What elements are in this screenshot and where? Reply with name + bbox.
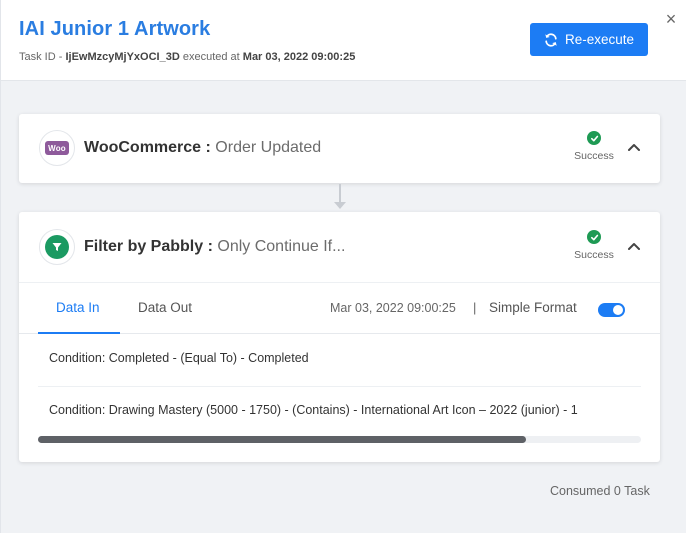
tab-data-out[interactable]: Data Out [138, 300, 192, 315]
condition-row: Condition: Drawing Mastery (5000 - 1750)… [49, 403, 578, 417]
step-card-woocommerce: Woo WooCommerce : Order Updated Success [19, 114, 660, 183]
arrow-down-icon [334, 202, 346, 209]
filter-logo [39, 229, 75, 265]
tab-data-in[interactable]: Data In [56, 300, 100, 315]
consumed-tasks: Consumed 0 Task [550, 484, 650, 498]
check-circle-icon [587, 131, 601, 145]
step-title: Filter by Pabbly : Only Continue If... [84, 238, 345, 256]
re-execute-button[interactable]: Re-execute [530, 23, 648, 56]
step-connector-line [339, 184, 341, 204]
scrollbar-thumb[interactable] [38, 436, 526, 443]
status-badge: Success [569, 131, 619, 162]
task-meta: Task ID - IjEwMzcyMjYxOCI_3D executed at… [19, 51, 355, 63]
check-circle-icon [587, 230, 601, 244]
woocommerce-logo: Woo [39, 130, 75, 166]
step-event-name: Only Continue If... [217, 238, 346, 255]
executed-at: Mar 03, 2022 09:00:25 [242, 51, 356, 63]
refresh-icon [545, 32, 557, 47]
condition-row: Condition: Completed - (Equal To) - Comp… [49, 351, 309, 365]
executed-label: executed at [179, 51, 243, 63]
chevron-up-icon[interactable] [626, 139, 642, 155]
simple-format-toggle[interactable] [598, 303, 625, 317]
woo-logo-badge: Woo [45, 141, 69, 155]
task-id-label: Task ID - [19, 51, 66, 63]
status-badge: Success [569, 230, 619, 261]
status-label: Success [574, 150, 614, 162]
status-label: Success [574, 249, 614, 261]
conditions-list: Condition: Completed - (Equal To) - Comp… [38, 334, 641, 447]
re-execute-label: Re-execute [564, 32, 635, 47]
modal-header: IAI Junior 1 Artwork Task ID - IjEwMzcyM… [1, 0, 686, 81]
separator: | [473, 300, 477, 315]
step-app-name: Filter by Pabbly : [84, 238, 213, 255]
chevron-up-icon[interactable] [626, 238, 642, 254]
toggle-knob [613, 305, 623, 315]
step-app-name: WooCommerce : [84, 139, 211, 156]
step-card-filter: Filter by Pabbly : Only Continue If... S… [19, 212, 660, 462]
execution-timestamp: Mar 03, 2022 09:00:25 [330, 301, 456, 315]
close-icon[interactable]: × [663, 10, 679, 28]
page-title: IAI Junior 1 Artwork [19, 18, 211, 40]
data-tabs: Data In Data Out Mar 03, 2022 09:00:25 |… [19, 282, 660, 334]
task-history-modal: IAI Junior 1 Artwork Task ID - IjEwMzcyM… [0, 0, 686, 533]
task-id: IjEwMzcyMjYxOCI_3D [65, 51, 180, 63]
step-event-name: Order Updated [215, 139, 322, 156]
simple-format-label: Simple Format [489, 300, 577, 315]
horizontal-scrollbar[interactable] [38, 436, 641, 443]
divider [38, 386, 641, 387]
step-title: WooCommerce : Order Updated [84, 139, 321, 157]
filter-icon [45, 235, 69, 259]
